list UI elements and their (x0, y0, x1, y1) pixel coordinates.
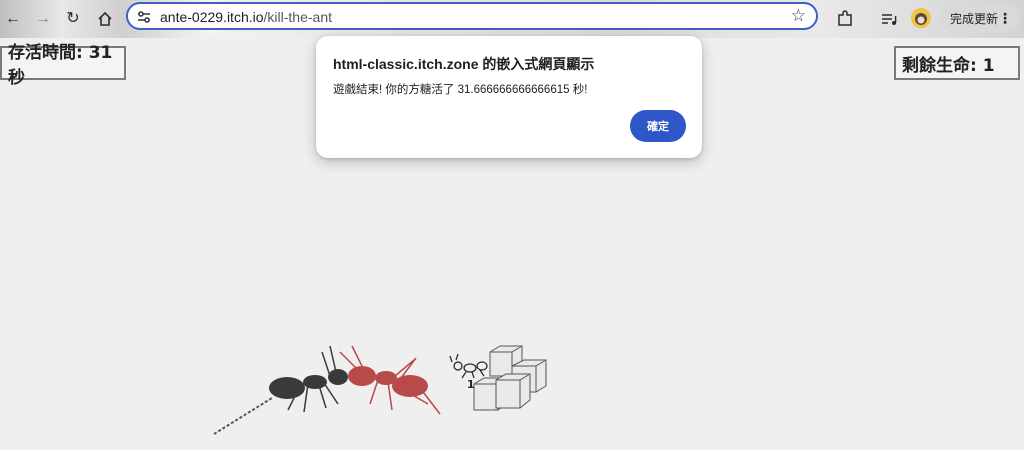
dialog-message: 遊戲結束! 你的方糖活了 31.666666666666615 秒! (333, 84, 588, 96)
red-ant[interactable] (339, 345, 441, 415)
dark-ant[interactable] (269, 345, 348, 413)
sugar-cubes[interactable] (473, 345, 547, 411)
dialog-title: html-classic.itch.zone 的嵌入式網頁顯示 (333, 56, 595, 72)
ant-trail (213, 397, 273, 435)
ok-button[interactable]: 確定 (630, 110, 686, 142)
alert-dialog: html-classic.itch.zone 的嵌入式網頁顯示 遊戲結束! 你的… (316, 36, 702, 158)
small-ant-icon (449, 353, 488, 379)
